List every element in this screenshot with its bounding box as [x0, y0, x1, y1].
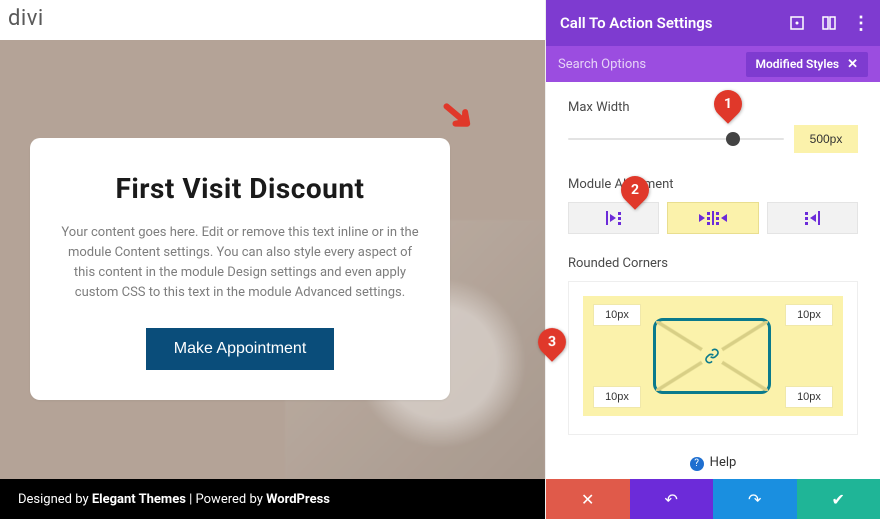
- panel-footer: ✕ ↶ ↷ ✔: [546, 479, 880, 519]
- max-width-slider[interactable]: [568, 138, 784, 140]
- rounded-corners-label: Rounded Corners: [568, 256, 858, 271]
- pill-close-icon[interactable]: ✕: [847, 57, 858, 72]
- more-icon[interactable]: ⋮: [852, 14, 870, 32]
- divi-logo: divi: [0, 2, 52, 35]
- redo-button[interactable]: ↷: [713, 479, 797, 519]
- corner-top-left[interactable]: [593, 304, 641, 326]
- expand-icon[interactable]: [788, 14, 806, 32]
- rounded-corners-control: [568, 281, 858, 435]
- help-icon: ?: [690, 457, 704, 471]
- help-label: Help: [710, 455, 737, 470]
- module-alignment-label: Module Alignment: [568, 177, 858, 192]
- footer-mid: | Powered by: [186, 492, 266, 507]
- max-width-value[interactable]: [794, 125, 858, 153]
- card-body: Your content goes here. Edit or remove t…: [58, 223, 422, 304]
- slider-thumb[interactable]: [726, 132, 740, 146]
- save-button[interactable]: ✔: [797, 479, 880, 519]
- align-right-button[interactable]: [767, 202, 858, 234]
- corner-preview-box: [653, 318, 771, 394]
- annotation-badge-1: 1: [708, 84, 748, 124]
- align-left-button[interactable]: [568, 202, 659, 234]
- help-link[interactable]: ? Help: [568, 455, 858, 471]
- corner-bottom-left[interactable]: [593, 386, 641, 408]
- pill-label: Modified Styles: [756, 57, 840, 71]
- link-corners-icon[interactable]: [700, 344, 724, 368]
- preview-footer: Designed by Elegant Themes | Powered by …: [0, 479, 545, 519]
- grid-icon[interactable]: [820, 14, 838, 32]
- panel-title: Call To Action Settings: [560, 14, 713, 32]
- corner-bottom-right[interactable]: [785, 386, 833, 408]
- panel-header: Call To Action Settings ⋮: [546, 0, 880, 46]
- footer-prefix: Designed by: [18, 492, 92, 507]
- make-appointment-button[interactable]: Make Appointment: [146, 328, 335, 370]
- card-title: First Visit Discount: [58, 172, 422, 205]
- search-options[interactable]: Search Options: [558, 57, 646, 72]
- footer-platform: WordPress: [266, 492, 330, 507]
- panel-subheader: Search Options Modified Styles ✕: [546, 46, 880, 82]
- undo-button[interactable]: ↶: [630, 479, 714, 519]
- modified-styles-pill[interactable]: Modified Styles ✕: [746, 52, 869, 77]
- corner-top-right[interactable]: [785, 304, 833, 326]
- footer-brand: Elegant Themes: [92, 492, 186, 507]
- settings-panel: Call To Action Settings ⋮ Search Options…: [545, 0, 880, 519]
- cta-card: First Visit Discount Your content goes h…: [30, 138, 450, 400]
- cancel-button[interactable]: ✕: [546, 479, 630, 519]
- align-center-button[interactable]: [667, 202, 758, 234]
